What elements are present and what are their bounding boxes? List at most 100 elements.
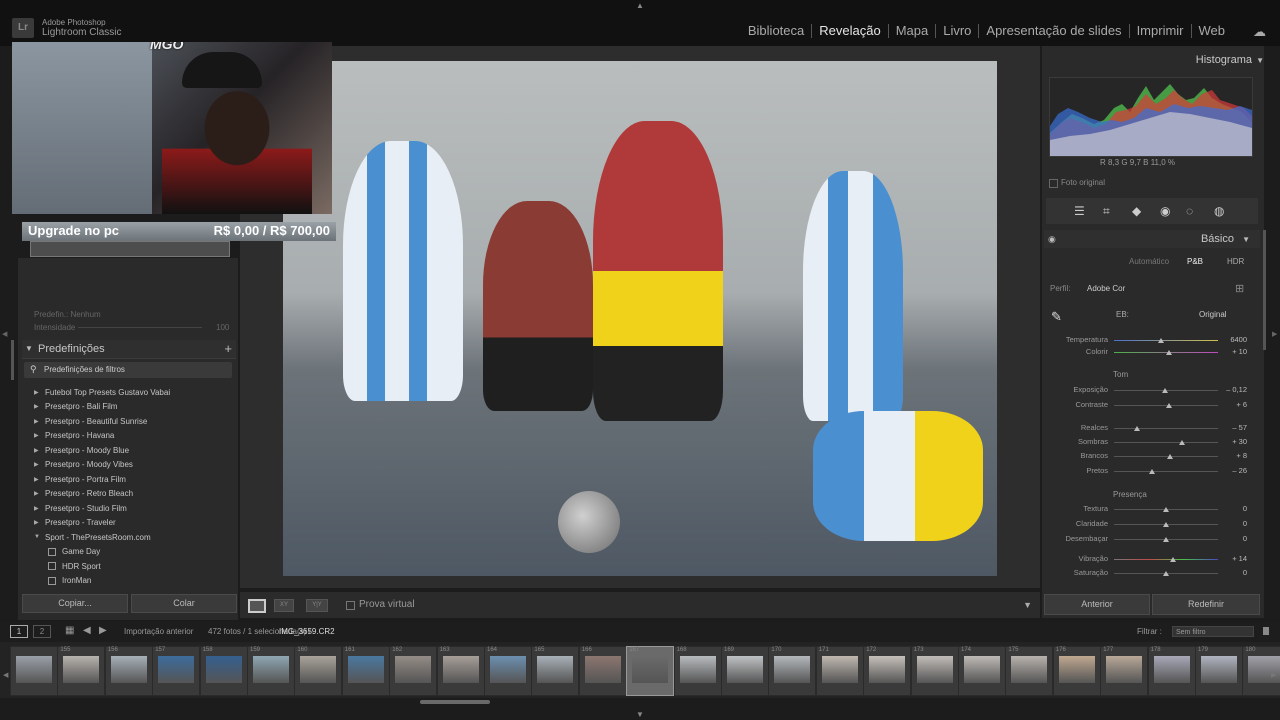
slider-value[interactable]: 0 <box>1222 504 1247 513</box>
filmstrip-thumbnail[interactable]: 170 <box>768 646 817 696</box>
slider-value[interactable]: 6400 <box>1222 335 1247 344</box>
slider-value[interactable]: – 57 <box>1222 423 1247 432</box>
cloud-sync-icon[interactable]: ☁ <box>1253 24 1266 40</box>
collapse-right-arrow-icon[interactable]: ▶ <box>1272 330 1277 338</box>
slider-value[interactable]: 0 <box>1222 534 1247 543</box>
previous-button[interactable]: Anterior <box>1044 594 1150 615</box>
copy-button[interactable]: Copiar... <box>22 594 128 613</box>
before-after-button[interactable]: Y|Y <box>306 599 328 612</box>
slider-track[interactable] <box>1114 340 1218 341</box>
preset-folder[interactable]: ▶ Presetpro - Bali Film <box>34 400 224 415</box>
healing-icon[interactable]: ◆ <box>1132 204 1141 218</box>
filmstrip-thumbnail[interactable]: 176 <box>1052 646 1101 696</box>
collapse-bottom-arrow-icon[interactable]: ▼ <box>636 710 644 719</box>
basic-panel-header[interactable]: ◉ Básico ▼ <box>1044 230 1260 248</box>
filmstrip-thumbnail[interactable]: 155 <box>57 646 106 696</box>
filmstrip-thumbnail[interactable]: 178 <box>1147 646 1196 696</box>
collapse-triangle-icon[interactable]: ▼ <box>25 344 33 353</box>
filmstrip-thumbnail[interactable]: 169 <box>721 646 769 696</box>
reset-button[interactable]: Redefinir <box>1152 594 1260 615</box>
slider-value[interactable]: + 6 <box>1222 400 1247 409</box>
preset-folder[interactable]: ▼ Sport - ThePresetsRoom.com <box>34 530 224 545</box>
primary-display-button[interactable]: 1 <box>10 625 28 638</box>
collapse-triangle-icon[interactable]: ▼ <box>1242 235 1250 244</box>
slider-track[interactable] <box>1114 559 1218 560</box>
filmstrip-left-arrow-icon[interactable]: ◀ <box>3 671 8 679</box>
slider-thumb[interactable] <box>1166 403 1173 408</box>
filmstrip-thumbnail[interactable]: 156 <box>104 646 153 696</box>
filmstrip-thumbnail[interactable]: 166 <box>578 646 627 696</box>
preset-folder[interactable]: ▶ Presetpro - Moody Vibes <box>34 458 224 473</box>
module-revelacao[interactable]: Revelação <box>811 24 887 38</box>
filmstrip-thumbnail[interactable]: 158 <box>199 646 248 696</box>
filmstrip-thumbnail[interactable]: 167 <box>626 646 675 696</box>
original-photo-checkbox[interactable] <box>1049 179 1058 188</box>
slider-thumb[interactable] <box>1157 338 1164 343</box>
preset-folder[interactable]: ▶ Presetpro - Traveler <box>34 516 224 531</box>
slider-thumb[interactable] <box>1167 454 1174 459</box>
loupe-view-icon[interactable] <box>248 599 266 613</box>
filmstrip-source[interactable]: Importação anterior <box>124 627 193 636</box>
preset-folder[interactable]: ▶ Presetpro - Studio Film <box>34 501 224 516</box>
edit-sliders-icon[interactable]: ☰ <box>1074 204 1085 218</box>
compare-view-button[interactable]: XY <box>274 599 294 612</box>
collapse-left-arrow-icon[interactable]: ◀ <box>2 330 7 338</box>
slider-value[interactable]: – 0,12 <box>1222 385 1247 394</box>
preset-folder[interactable]: ▶ Presetpro - Moody Blue <box>34 443 224 458</box>
profile-browser-icon[interactable]: ⊞ <box>1235 282 1244 295</box>
filmstrip-thumbnail[interactable]: 172 <box>863 646 912 696</box>
auto-button[interactable]: Automático <box>1129 257 1169 266</box>
preset-filter-row[interactable]: ⚲ Predefinições de filtros <box>24 362 232 378</box>
slider-thumb[interactable] <box>1149 469 1156 474</box>
profile-dropdown[interactable]: Adobe Cor <box>1087 284 1125 293</box>
add-preset-icon[interactable]: + <box>224 341 232 356</box>
filmstrip-thumbnail[interactable]: 175 <box>1005 646 1054 696</box>
navigator-preview[interactable] <box>30 241 230 257</box>
preset-item[interactable]: IronMan <box>34 574 224 589</box>
slider-thumb[interactable] <box>1166 350 1173 355</box>
slider-value[interactable]: + 8 <box>1222 451 1247 460</box>
treatment-bw-button[interactable]: P&B <box>1187 257 1203 266</box>
white-balance-dropdown[interactable]: Original <box>1199 310 1227 319</box>
filmstrip-thumbnail[interactable]: 157 <box>152 646 201 696</box>
slider-value[interactable]: + 30 <box>1222 437 1247 446</box>
left-panel-scrollbar[interactable] <box>11 340 14 380</box>
hdr-button[interactable]: HDR <box>1227 257 1244 266</box>
filmstrip-thumbnail[interactable]: 164 <box>484 646 532 696</box>
back-arrow-icon[interactable]: ◀ <box>83 625 91 636</box>
slider-value[interactable]: – 26 <box>1222 466 1247 475</box>
visibility-eye-icon[interactable]: ◉ <box>1048 234 1056 245</box>
filmstrip-thumbnail[interactable]: 163 <box>436 646 485 696</box>
histogram-title[interactable]: Histograma <box>1196 54 1252 66</box>
module-livro[interactable]: Livro <box>935 24 978 38</box>
grid-view-icon[interactable]: ▦ <box>65 625 74 636</box>
brush-icon[interactable]: ◍ <box>1214 204 1224 218</box>
preset-folder[interactable]: ▶ Futebol Top Presets Gustavo Vabai <box>34 385 224 400</box>
filmstrip-thumbnail[interactable]: 161 <box>341 646 390 696</box>
slider-value[interactable]: + 14 <box>1222 554 1247 563</box>
preset-folder[interactable]: ▶ Presetpro - Beautiful Sunrise <box>34 414 224 429</box>
slider-thumb[interactable] <box>1163 537 1169 542</box>
slider-track[interactable] <box>1114 456 1218 457</box>
filmstrip-thumbnail[interactable]: 159 <box>247 646 295 696</box>
preset-item[interactable]: Game Day <box>34 545 224 560</box>
filmstrip-right-arrow-icon[interactable]: ▶ <box>1271 671 1276 679</box>
slider-track[interactable] <box>1114 471 1218 472</box>
masking-icon[interactable]: ◌ <box>1186 204 1193 218</box>
paste-button[interactable]: Colar <box>131 594 237 613</box>
slider-thumb[interactable] <box>1163 522 1169 527</box>
histogram[interactable] <box>1049 77 1253 157</box>
slider-thumb[interactable] <box>1178 440 1185 445</box>
slider-value[interactable]: 0 <box>1222 519 1247 528</box>
filmstrip-thumbnail[interactable]: 168 <box>673 646 722 696</box>
main-photo[interactable] <box>283 61 997 576</box>
red-eye-icon[interactable]: ◉ <box>1160 204 1170 218</box>
module-biblioteca[interactable]: Biblioteca <box>741 24 811 38</box>
slider-thumb[interactable] <box>1133 426 1140 431</box>
module-mapa[interactable]: Mapa <box>887 24 936 38</box>
slider-track[interactable] <box>1114 442 1218 443</box>
module-web[interactable]: Web <box>1190 24 1233 38</box>
filmstrip-thumbnail[interactable]: 165 <box>531 646 580 696</box>
slider-thumb[interactable] <box>1161 388 1168 393</box>
preset-folder[interactable]: ▶ Presetpro - Portra Film <box>34 472 224 487</box>
